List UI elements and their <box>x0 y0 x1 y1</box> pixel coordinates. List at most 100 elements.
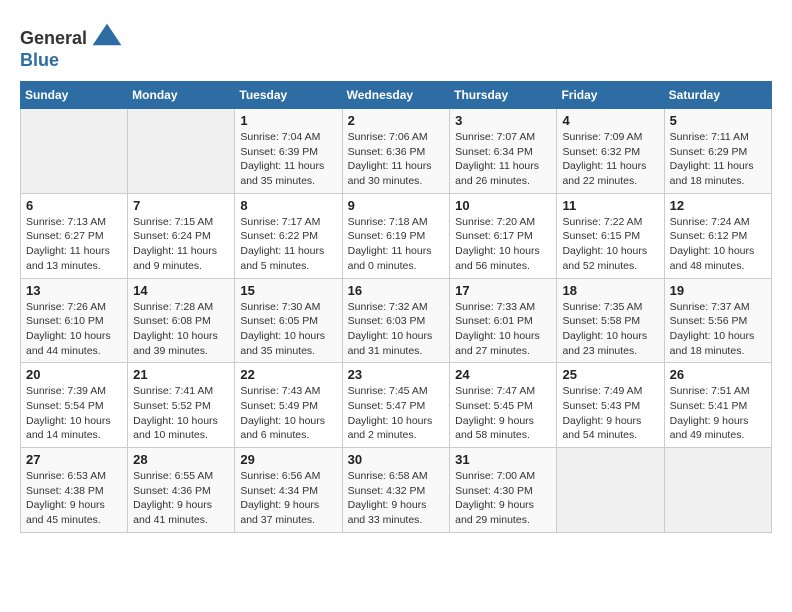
daylight: Daylight: 11 hours and 22 minutes. <box>562 160 646 187</box>
day-info: Sunrise: 6:53 AM Sunset: 4:38 PM Dayligh… <box>26 469 122 528</box>
day-cell: 1 Sunrise: 7:04 AM Sunset: 6:39 PM Dayli… <box>235 109 342 194</box>
sunset: Sunset: 5:56 PM <box>670 315 748 327</box>
day-info: Sunrise: 6:55 AM Sunset: 4:36 PM Dayligh… <box>133 469 229 528</box>
sunset: Sunset: 6:27 PM <box>26 230 104 242</box>
day-header-thursday: Thursday <box>450 82 557 109</box>
daylight: Daylight: 11 hours and 26 minutes. <box>455 160 539 187</box>
day-number: 26 <box>670 367 766 382</box>
day-cell <box>557 448 664 533</box>
daylight: Daylight: 10 hours and 6 minutes. <box>240 415 325 442</box>
sunset: Sunset: 5:58 PM <box>562 315 640 327</box>
day-cell: 16 Sunrise: 7:32 AM Sunset: 6:03 PM Dayl… <box>342 278 450 363</box>
day-cell: 30 Sunrise: 6:58 AM Sunset: 4:32 PM Dayl… <box>342 448 450 533</box>
sunrise: Sunrise: 6:55 AM <box>133 470 213 482</box>
day-cell: 15 Sunrise: 7:30 AM Sunset: 6:05 PM Dayl… <box>235 278 342 363</box>
sunrise: Sunrise: 7:35 AM <box>562 301 642 313</box>
sunrise: Sunrise: 7:33 AM <box>455 301 535 313</box>
logo: General Blue <box>20 20 127 71</box>
daylight: Daylight: 10 hours and 44 minutes. <box>26 330 111 357</box>
sunset: Sunset: 5:43 PM <box>562 400 640 412</box>
day-cell: 6 Sunrise: 7:13 AM Sunset: 6:27 PM Dayli… <box>21 193 128 278</box>
day-header-monday: Monday <box>128 82 235 109</box>
sunset: Sunset: 5:49 PM <box>240 400 318 412</box>
day-cell: 26 Sunrise: 7:51 AM Sunset: 5:41 PM Dayl… <box>664 363 771 448</box>
day-header-friday: Friday <box>557 82 664 109</box>
sunrise: Sunrise: 7:37 AM <box>670 301 750 313</box>
sunrise: Sunrise: 7:18 AM <box>348 216 428 228</box>
sunrise: Sunrise: 7:09 AM <box>562 131 642 143</box>
day-info: Sunrise: 7:51 AM Sunset: 5:41 PM Dayligh… <box>670 384 766 443</box>
sunset: Sunset: 6:22 PM <box>240 230 318 242</box>
daylight: Daylight: 10 hours and 31 minutes. <box>348 330 433 357</box>
sunrise: Sunrise: 6:53 AM <box>26 470 106 482</box>
sunrise: Sunrise: 7:06 AM <box>348 131 428 143</box>
daylight: Daylight: 10 hours and 27 minutes. <box>455 330 540 357</box>
day-number: 5 <box>670 113 766 128</box>
daylight: Daylight: 10 hours and 23 minutes. <box>562 330 647 357</box>
day-number: 17 <box>455 283 551 298</box>
logo-general-text: General <box>20 28 87 49</box>
daylight: Daylight: 11 hours and 35 minutes. <box>240 160 324 187</box>
day-info: Sunrise: 7:47 AM Sunset: 5:45 PM Dayligh… <box>455 384 551 443</box>
day-info: Sunrise: 7:39 AM Sunset: 5:54 PM Dayligh… <box>26 384 122 443</box>
day-cell: 21 Sunrise: 7:41 AM Sunset: 5:52 PM Dayl… <box>128 363 235 448</box>
day-number: 25 <box>562 367 658 382</box>
sunrise: Sunrise: 7:49 AM <box>562 385 642 397</box>
daylight: Daylight: 10 hours and 2 minutes. <box>348 415 433 442</box>
sunrise: Sunrise: 7:24 AM <box>670 216 750 228</box>
daylight: Daylight: 10 hours and 18 minutes. <box>670 330 755 357</box>
day-number: 16 <box>348 283 445 298</box>
logo-icon <box>89 20 125 56</box>
sunrise: Sunrise: 7:32 AM <box>348 301 428 313</box>
day-info: Sunrise: 7:17 AM Sunset: 6:22 PM Dayligh… <box>240 215 336 274</box>
day-cell: 12 Sunrise: 7:24 AM Sunset: 6:12 PM Dayl… <box>664 193 771 278</box>
daylight: Daylight: 11 hours and 0 minutes. <box>348 245 432 272</box>
day-cell: 23 Sunrise: 7:45 AM Sunset: 5:47 PM Dayl… <box>342 363 450 448</box>
day-number: 29 <box>240 452 336 467</box>
sunset: Sunset: 4:30 PM <box>455 485 533 497</box>
sunset: Sunset: 5:45 PM <box>455 400 533 412</box>
day-number: 24 <box>455 367 551 382</box>
sunset: Sunset: 6:29 PM <box>670 146 748 158</box>
day-info: Sunrise: 7:09 AM Sunset: 6:32 PM Dayligh… <box>562 130 658 189</box>
day-cell: 5 Sunrise: 7:11 AM Sunset: 6:29 PM Dayli… <box>664 109 771 194</box>
sunset: Sunset: 4:38 PM <box>26 485 104 497</box>
day-info: Sunrise: 7:35 AM Sunset: 5:58 PM Dayligh… <box>562 300 658 359</box>
sunrise: Sunrise: 7:04 AM <box>240 131 320 143</box>
day-info: Sunrise: 7:45 AM Sunset: 5:47 PM Dayligh… <box>348 384 445 443</box>
day-number: 23 <box>348 367 445 382</box>
day-number: 31 <box>455 452 551 467</box>
sunrise: Sunrise: 7:15 AM <box>133 216 213 228</box>
day-number: 8 <box>240 198 336 213</box>
day-number: 27 <box>26 452 122 467</box>
week-row-1: 1 Sunrise: 7:04 AM Sunset: 6:39 PM Dayli… <box>21 109 772 194</box>
sunset: Sunset: 6:12 PM <box>670 230 748 242</box>
day-cell: 13 Sunrise: 7:26 AM Sunset: 6:10 PM Dayl… <box>21 278 128 363</box>
day-info: Sunrise: 7:33 AM Sunset: 6:01 PM Dayligh… <box>455 300 551 359</box>
sunset: Sunset: 5:54 PM <box>26 400 104 412</box>
sunrise: Sunrise: 7:45 AM <box>348 385 428 397</box>
sunset: Sunset: 6:36 PM <box>348 146 426 158</box>
sunrise: Sunrise: 7:11 AM <box>670 131 749 143</box>
daylight: Daylight: 11 hours and 9 minutes. <box>133 245 217 272</box>
daylight: Daylight: 9 hours and 45 minutes. <box>26 499 105 526</box>
daylight: Daylight: 10 hours and 10 minutes. <box>133 415 218 442</box>
day-info: Sunrise: 7:30 AM Sunset: 6:05 PM Dayligh… <box>240 300 336 359</box>
sunrise: Sunrise: 7:22 AM <box>562 216 642 228</box>
day-number: 22 <box>240 367 336 382</box>
day-number: 1 <box>240 113 336 128</box>
day-cell: 9 Sunrise: 7:18 AM Sunset: 6:19 PM Dayli… <box>342 193 450 278</box>
daylight: Daylight: 10 hours and 56 minutes. <box>455 245 540 272</box>
day-cell: 24 Sunrise: 7:47 AM Sunset: 5:45 PM Dayl… <box>450 363 557 448</box>
day-cell: 31 Sunrise: 7:00 AM Sunset: 4:30 PM Dayl… <box>450 448 557 533</box>
day-number: 2 <box>348 113 445 128</box>
day-number: 4 <box>562 113 658 128</box>
day-info: Sunrise: 7:22 AM Sunset: 6:15 PM Dayligh… <box>562 215 658 274</box>
day-info: Sunrise: 6:58 AM Sunset: 4:32 PM Dayligh… <box>348 469 445 528</box>
daylight: Daylight: 9 hours and 41 minutes. <box>133 499 212 526</box>
day-info: Sunrise: 7:37 AM Sunset: 5:56 PM Dayligh… <box>670 300 766 359</box>
sunrise: Sunrise: 7:28 AM <box>133 301 213 313</box>
sunrise: Sunrise: 7:51 AM <box>670 385 750 397</box>
day-cell: 19 Sunrise: 7:37 AM Sunset: 5:56 PM Dayl… <box>664 278 771 363</box>
day-info: Sunrise: 7:00 AM Sunset: 4:30 PM Dayligh… <box>455 469 551 528</box>
